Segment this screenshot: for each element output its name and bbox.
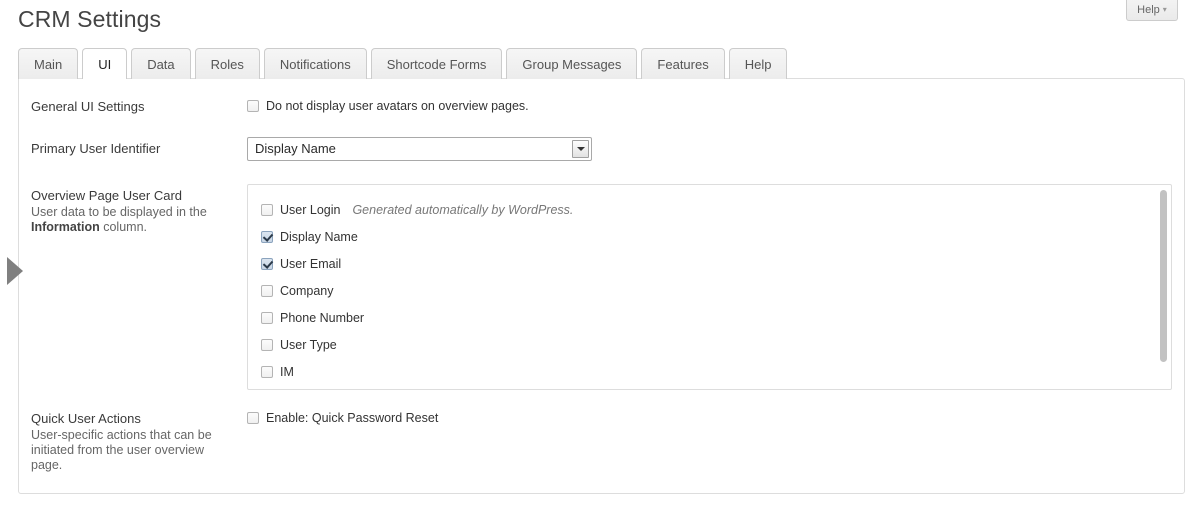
primary-user-identifier-value: Display Name xyxy=(255,141,336,156)
user-card-fields-list: User Login Generated automatically by Wo… xyxy=(248,185,1171,389)
field-checkbox-user-type[interactable] xyxy=(261,338,273,351)
crm-settings-page: Help ▾ CRM Settings Main UI Data Roles No… xyxy=(0,0,1200,507)
row-title: General UI Settings xyxy=(31,99,145,114)
tab-roles[interactable]: Roles xyxy=(194,48,260,79)
row-title: Overview Page User Card xyxy=(31,188,182,203)
avatars-checkbox-row[interactable]: Do not display user avatars on overview … xyxy=(247,99,529,113)
row-label-primary-user-identifier: Primary User Identifier xyxy=(31,140,236,157)
settings-panel: General UI Settings Do not display user … xyxy=(7,78,1185,494)
chevron-down-icon: ▾ xyxy=(1162,5,1167,14)
field-checkbox-row-phone-number[interactable]: Phone Number xyxy=(261,304,1171,331)
row-field-general-ui-settings: Do not display user avatars on overview … xyxy=(247,99,529,113)
tab-shortcode-forms[interactable]: Shortcode Forms xyxy=(370,48,503,79)
row-field-quick-user-actions: Enable: Quick Password Reset xyxy=(247,411,438,425)
tab-ui[interactable]: UI xyxy=(82,48,128,80)
quick-password-reset-checkbox[interactable] xyxy=(247,412,259,424)
field-label-company: Company xyxy=(280,283,334,298)
field-checkbox-row-description[interactable]: Description xyxy=(261,385,1171,389)
row-description: User data to be displayed in the Informa… xyxy=(31,205,236,235)
quick-password-reset-label: Enable: Quick Password Reset xyxy=(266,411,439,425)
field-checkbox-user-email[interactable] xyxy=(261,257,273,270)
tab-features[interactable]: Features xyxy=(641,48,725,79)
field-label-phone-number: Phone Number xyxy=(280,310,365,325)
tab-data[interactable]: Data xyxy=(131,48,191,79)
row-description-part2: column. xyxy=(99,220,147,234)
row-label-quick-user-actions: Quick User Actions User-specific actions… xyxy=(31,410,236,473)
select-dropdown-arrow-icon[interactable] xyxy=(572,140,589,158)
field-checkbox-row-user-login[interactable]: User Login Generated automatically by Wo… xyxy=(261,196,1171,223)
tab-group-messages[interactable]: Group Messages xyxy=(506,48,638,79)
left-pointer-arrow-icon xyxy=(7,257,23,285)
field-label-user-type: User Type xyxy=(280,337,337,352)
user-card-list-scrollbar-thumb[interactable] xyxy=(1160,190,1167,362)
primary-user-identifier-select[interactable]: Display Name xyxy=(247,137,592,161)
field-label-im: IM xyxy=(280,364,294,379)
avatars-checkbox[interactable] xyxy=(247,100,259,112)
row-title: Quick User Actions xyxy=(31,411,141,426)
field-checkbox-row-user-type[interactable]: User Type xyxy=(261,331,1171,358)
row-field-overview-page-user-card: User Login Generated automatically by Wo… xyxy=(247,184,1172,390)
row-field-primary-user-identifier: Display Name xyxy=(247,137,592,161)
tab-help[interactable]: Help xyxy=(728,48,788,79)
row-description: User-specific actions that can be initia… xyxy=(31,428,212,472)
row-description-part1: User data to be displayed in the xyxy=(31,205,207,219)
help-dropdown-button[interactable]: Help ▾ xyxy=(1126,0,1178,21)
field-checkbox-row-display-name[interactable]: Display Name xyxy=(261,223,1171,250)
user-card-list-scrollbar[interactable] xyxy=(1157,186,1170,388)
help-button-label: Help xyxy=(1137,4,1160,16)
field-checkbox-im[interactable] xyxy=(261,365,273,378)
field-hint-user-login: Generated automatically by WordPress. xyxy=(352,202,574,217)
field-label-user-email: User Email xyxy=(280,256,342,271)
settings-tab-strip: Main UI Data Roles Notifications Shortco… xyxy=(18,48,788,80)
row-description-emphasis: Information xyxy=(31,220,100,234)
quick-password-reset-checkbox-row[interactable]: Enable: Quick Password Reset xyxy=(247,411,438,425)
row-title: Primary User Identifier xyxy=(31,141,161,156)
field-checkbox-company[interactable] xyxy=(261,284,273,297)
field-checkbox-phone-number[interactable] xyxy=(261,311,273,324)
avatars-checkbox-label: Do not display user avatars on overview … xyxy=(266,99,529,113)
field-checkbox-row-im[interactable]: IM xyxy=(261,358,1171,385)
field-checkbox-display-name[interactable] xyxy=(261,230,273,243)
field-checkbox-row-company[interactable]: Company xyxy=(261,277,1171,304)
row-label-overview-page-user-card: Overview Page User Card User data to be … xyxy=(31,187,236,235)
tab-main[interactable]: Main xyxy=(18,48,79,79)
field-checkbox-user-login[interactable] xyxy=(261,203,273,216)
user-card-fields-scrollbox[interactable]: User Login Generated automatically by Wo… xyxy=(247,184,1172,390)
field-label-display-name: Display Name xyxy=(280,229,358,244)
page-title: CRM Settings xyxy=(18,6,162,32)
tab-notifications[interactable]: Notifications xyxy=(263,48,367,79)
field-label-user-login: User Login xyxy=(280,202,341,217)
field-checkbox-row-user-email[interactable]: User Email xyxy=(261,250,1171,277)
row-label-general-ui-settings: General UI Settings xyxy=(31,98,236,115)
